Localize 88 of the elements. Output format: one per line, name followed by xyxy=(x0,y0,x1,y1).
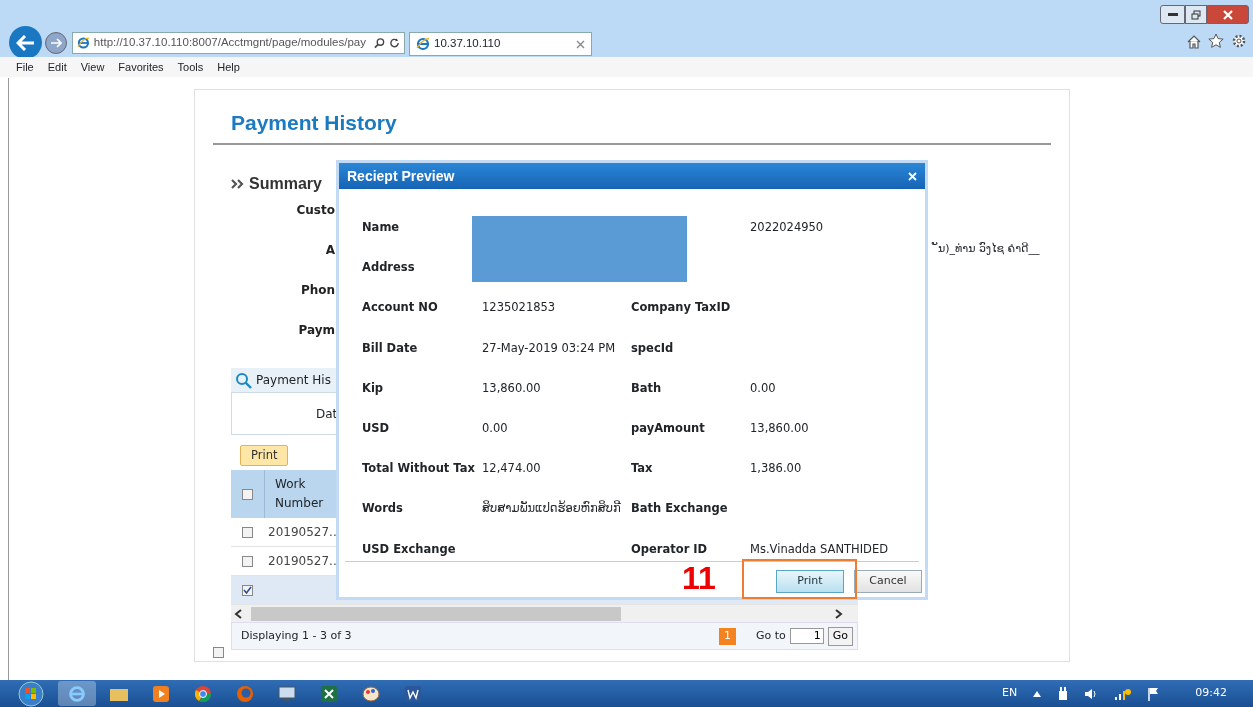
double-chevron-icon xyxy=(231,178,245,189)
language-indicator[interactable]: EN xyxy=(1002,685,1018,702)
field-label: Account NO xyxy=(362,300,438,315)
field-value: 2022024950 xyxy=(750,220,824,234)
cancel-button[interactable]: Cancel xyxy=(854,570,922,593)
back-button[interactable] xyxy=(9,26,42,59)
field-label: Company TaxID xyxy=(631,300,731,315)
menu-item[interactable]: View xyxy=(80,58,105,76)
network-icon[interactable] xyxy=(1115,687,1132,700)
power-icon[interactable] xyxy=(1057,686,1070,701)
pager-text: Displaying 1 - 3 of 3 xyxy=(241,628,352,644)
right-arrow-icon xyxy=(50,38,62,48)
field-label: USD xyxy=(362,420,390,435)
field-label: Kip xyxy=(362,380,384,395)
field-label: payAmount xyxy=(631,420,705,435)
close-icon[interactable] xyxy=(576,39,585,49)
field-value: 13,860.00 xyxy=(750,420,809,435)
search-icon[interactable] xyxy=(374,37,385,49)
menu-item[interactable]: Favorites xyxy=(118,58,164,76)
field-value: 0.00 xyxy=(750,380,776,395)
field-label: specId xyxy=(631,340,674,355)
section-heading: Summary xyxy=(249,173,322,194)
minimize-button[interactable] xyxy=(1160,5,1185,24)
grid-title: Payment His xyxy=(256,372,331,389)
settings-icon[interactable] xyxy=(1231,33,1247,49)
menu-item[interactable]: Help xyxy=(217,58,240,76)
browser-logo-icon xyxy=(77,36,90,50)
restore-button[interactable] xyxy=(1185,5,1207,24)
field-value: 27-May-2019 03:24 PM xyxy=(482,340,616,355)
field-value: 13,860.00 xyxy=(482,380,541,395)
checkbox[interactable] xyxy=(242,555,253,567)
checkbox[interactable] xyxy=(242,584,253,596)
menu-item[interactable]: File xyxy=(16,58,34,76)
field-value: ສິບສາມພັນແປດຮ້ອຍຫົກສິບກີ xyxy=(482,501,621,516)
field-label: Bill Date xyxy=(362,340,418,355)
field-label: Total Without Tax xyxy=(362,461,475,476)
page-title: Payment History xyxy=(231,110,398,136)
step-number: 11 xyxy=(682,562,716,594)
go-button[interactable]: Go xyxy=(827,627,853,646)
field-value: 1,386.00 xyxy=(750,461,802,476)
field-value: 0.00 xyxy=(482,420,508,435)
address-bar[interactable]: http://10.37.10.110:8007/Acctmgnt/page/modules/pay xyxy=(72,32,405,54)
field-value: Ms.Vinadda SANTHIDED xyxy=(750,541,889,556)
field-label: A xyxy=(325,242,335,259)
browser-tab[interactable]: 10.37.10.110 xyxy=(409,32,592,56)
filter-label: Dat xyxy=(316,405,338,423)
star-icon[interactable] xyxy=(1208,33,1224,49)
field-label: USD Exchange xyxy=(362,541,456,556)
field-label: Paym xyxy=(298,322,335,339)
home-icon[interactable] xyxy=(1186,34,1202,50)
menu-item[interactable]: Edit xyxy=(47,58,67,76)
restore-icon xyxy=(1191,9,1201,20)
menu-item[interactable]: Tools xyxy=(177,58,204,76)
table-cell-text: 20190527.. xyxy=(268,553,337,571)
field-value: 12,474.00 xyxy=(482,461,541,476)
goto-label: Go to xyxy=(755,628,786,644)
forward-button[interactable] xyxy=(45,32,67,54)
close-icon xyxy=(1222,9,1234,20)
dialog-title: Reciept Preview xyxy=(347,166,455,186)
page-input[interactable]: 1 xyxy=(789,628,824,645)
checkbox[interactable] xyxy=(242,488,253,500)
field-label: Tax xyxy=(631,461,653,476)
caret-icon[interactable] xyxy=(1033,690,1042,697)
refresh-icon[interactable] xyxy=(389,37,400,49)
left-arrow-icon xyxy=(15,34,36,51)
checkbox[interactable] xyxy=(213,647,224,658)
column-title: Work Number xyxy=(274,476,325,513)
search-icon xyxy=(235,371,252,389)
field-label: Name xyxy=(362,220,400,234)
close-button[interactable] xyxy=(1207,5,1249,24)
field-label: Bath xyxy=(631,380,662,395)
field-label: Bath Exchange xyxy=(631,501,728,516)
browser-logo-icon xyxy=(416,37,430,51)
field-value: 1235021853 xyxy=(482,300,556,315)
minimize-icon xyxy=(1167,12,1178,17)
horizontal-scrollbar[interactable] xyxy=(231,605,858,623)
field-label: Operator ID xyxy=(631,541,708,556)
address-text: http://10.37.10.110:8007/Acctmgnt/page/modules/pay xyxy=(93,35,366,51)
print-button[interactable]: Print xyxy=(240,445,289,467)
print-button[interactable]: Print xyxy=(776,570,844,593)
field-label: Phon xyxy=(300,282,335,299)
field-label: Words xyxy=(362,501,403,516)
field-label: Custo xyxy=(296,202,335,219)
tab-title: 10.37.10.110 xyxy=(434,36,501,52)
clock[interactable]: 09:42 xyxy=(1195,685,1227,702)
field-label: Address xyxy=(362,260,415,275)
table-cell-text: 20190527.. xyxy=(268,524,337,542)
checkbox[interactable] xyxy=(242,526,253,538)
